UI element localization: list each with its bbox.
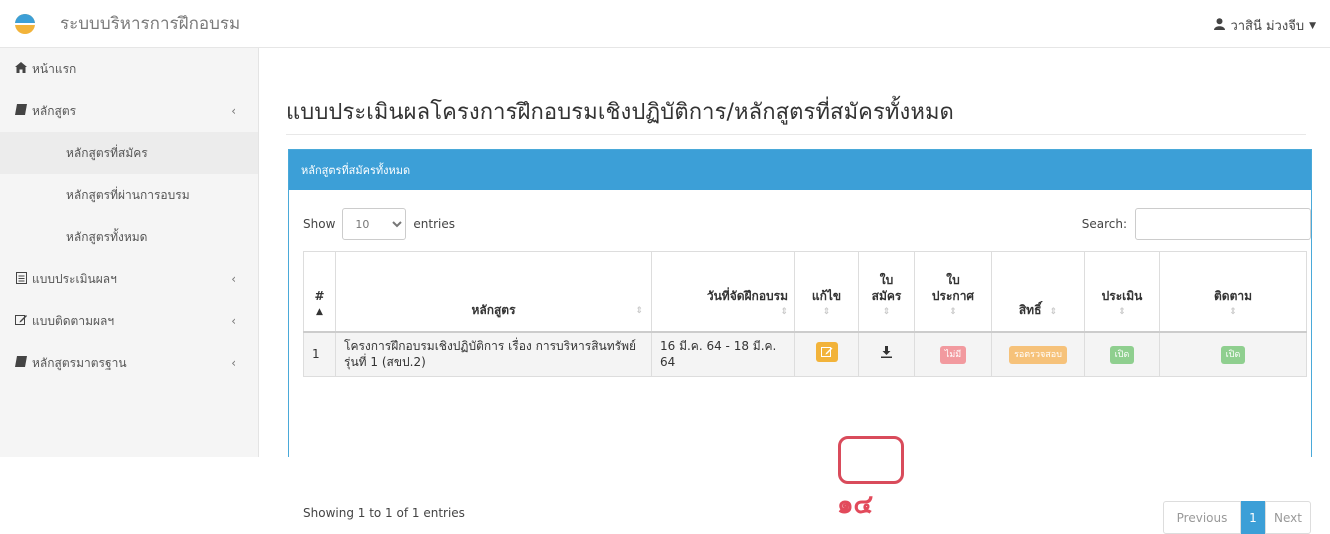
cell-evaluate: เปิด (1084, 331, 1160, 377)
entries-control: Show 10 entries (303, 208, 455, 240)
sidebar-item-courses[interactable]: หลักสูตร ‹ (0, 90, 258, 132)
chevron-left-icon: ‹ (231, 104, 236, 118)
edit-icon (820, 347, 832, 358)
sort-icon: ⇕ (949, 307, 957, 318)
home-icon (14, 62, 28, 76)
page-title: แบบประเมินผลโครงการฝึกอบรมเชิงปฏิบัติการ… (286, 100, 954, 125)
sidebar-item-label: หลักสูตรที่ผ่านการอบรม (66, 187, 190, 202)
evaluate-button[interactable]: เปิด (1109, 345, 1135, 364)
book-icon (14, 104, 28, 118)
cell-course: โครงการฝึกอบรมเชิงปฏิบัติการ เรื่อง การบ… (335, 331, 652, 377)
sort-icon: ⇕ (1118, 307, 1126, 318)
table-info: Showing 1 to 1 of 1 entries (303, 506, 465, 520)
column-header-announcement[interactable]: ใบ ประกาศ ⇕ (914, 251, 992, 333)
column-header-evaluate[interactable]: ประเมิน ⇕ (1084, 251, 1160, 333)
pagination: Previous 1 Next (1163, 501, 1311, 534)
sort-icon: ⇕ (1229, 307, 1237, 318)
book-icon (14, 356, 28, 370)
sort-icon: ⇕ (780, 307, 788, 318)
divider (286, 134, 1306, 135)
show-label: Show (303, 217, 336, 231)
cell-number: 1 (303, 331, 336, 377)
column-header-date[interactable]: วันที่จัดฝึกอบรม ⇕ (651, 251, 795, 333)
cell-announcement: ไม่มี (914, 331, 992, 377)
column-header-rights[interactable]: สิทธิ์ ⇕ (991, 251, 1085, 333)
sort-icon: ⇕ (822, 307, 831, 318)
cell-edit (794, 331, 859, 377)
cell-application (858, 331, 915, 377)
entries-label: entries (413, 217, 455, 231)
courses-table: # ▲ หลักสูตร ⇕ วันที่จัดฝึกอบรม ⇕ แก้ไข … (303, 251, 1307, 377)
search-input[interactable] (1135, 208, 1311, 240)
app-logo (14, 13, 36, 35)
previous-button[interactable]: Previous (1163, 501, 1241, 534)
sidebar-item-label: แบบประเมินผลฯ (32, 271, 117, 286)
download-icon[interactable] (881, 346, 892, 361)
sidebar-item-standard-courses[interactable]: หลักสูตรมาตรฐาน ‹ (0, 342, 258, 384)
sort-icon: ⇕ (882, 307, 891, 318)
highlight-box (838, 436, 904, 484)
sidebar-item-label: หลักสูตรมาตรฐาน (32, 355, 127, 370)
sidebar-item-label: หลักสูตรที่สมัคร (66, 145, 148, 160)
sort-asc-icon: ▲ (316, 307, 323, 318)
edit-icon (14, 314, 28, 328)
user-menu[interactable]: วาสินี ม่วงจีบ ▼ (1214, 15, 1316, 36)
column-header-edit[interactable]: แก้ไข ⇕ (794, 251, 859, 333)
table-row: 1 โครงการฝึกอบรมเชิงปฏิบัติการ เรื่อง กา… (303, 331, 1307, 377)
announcement-badge: ไม่มี (939, 345, 967, 364)
rights-status-badge: รอตรวจสอบ (1009, 345, 1067, 364)
entries-select[interactable]: 10 (342, 208, 407, 240)
chevron-left-icon: ‹ (231, 272, 236, 286)
main-content: แบบประเมินผลโครงการฝึกอบรมเชิงปฏิบัติการ… (260, 48, 1330, 534)
follow-button[interactable]: เปิด (1220, 345, 1246, 364)
sidebar-item-followup[interactable]: แบบติดตามผลฯ ‹ (0, 300, 258, 342)
cell-follow: เปิด (1159, 331, 1307, 377)
column-header-application[interactable]: ใบ สมัคร ⇕ (858, 251, 915, 333)
sidebar-item-label: แบบติดตามผลฯ (32, 313, 115, 328)
search-control: Search: (1082, 208, 1311, 240)
sidebar-item-label: หลักสูตรทั้งหมด (66, 229, 148, 244)
annotation-number: ๑๔ (837, 490, 874, 520)
column-header-course[interactable]: หลักสูตร ⇕ (335, 251, 652, 333)
sidebar-subitem-completed-courses[interactable]: หลักสูตรที่ผ่านการอบรม (0, 174, 258, 216)
sidebar-item-home[interactable]: หน้าแรก (0, 48, 258, 90)
sidebar-item-label: หน้าแรก (32, 61, 77, 76)
chevron-left-icon: ‹ (231, 356, 236, 370)
sidebar-item-evaluation[interactable]: แบบประเมินผลฯ ‹ (0, 258, 258, 300)
user-name: วาสินี ม่วงจีบ (1230, 19, 1305, 34)
column-header-follow[interactable]: ติดตาม ⇕ (1159, 251, 1307, 333)
edit-button[interactable] (815, 342, 838, 363)
page-1-button[interactable]: 1 (1241, 501, 1265, 534)
sort-icon: ⇕ (635, 306, 643, 317)
column-header-number[interactable]: # ▲ (303, 251, 336, 333)
cell-date: 16 มี.ค. 64 - 18 มี.ค. 64 (651, 331, 795, 377)
caret-down-icon: ▼ (1309, 20, 1316, 31)
sort-icon: ⇕ (1049, 307, 1058, 318)
search-label: Search: (1081, 217, 1127, 231)
next-button[interactable]: Next (1265, 501, 1311, 534)
chevron-left-icon: ‹ (231, 314, 236, 328)
sidebar-subitem-registered-courses[interactable]: หลักสูตรที่สมัคร (0, 132, 258, 174)
app-title[interactable]: ระบบบริหารการฝึกอบรม (60, 10, 240, 37)
top-navbar: ระบบบริหารการฝึกอบรม วาสินี ม่วงจีบ ▼ (0, 0, 1330, 48)
sidebar-item-label: หลักสูตร (32, 103, 77, 118)
courses-panel: หลักสูตรที่สมัครทั้งหมด Show 10 entries … (288, 149, 1312, 534)
user-icon (1214, 17, 1226, 34)
sidebar-subitem-all-courses[interactable]: หลักสูตรทั้งหมด (0, 216, 258, 258)
file-icon (14, 271, 28, 287)
sidebar: หน้าแรก หลักสูตร ‹ หลักสูตรที่สมัคร หลัก… (0, 48, 259, 457)
cell-rights: รอตรวจสอบ (991, 331, 1085, 377)
panel-header: หลักสูตรที่สมัครทั้งหมด (289, 150, 1311, 190)
